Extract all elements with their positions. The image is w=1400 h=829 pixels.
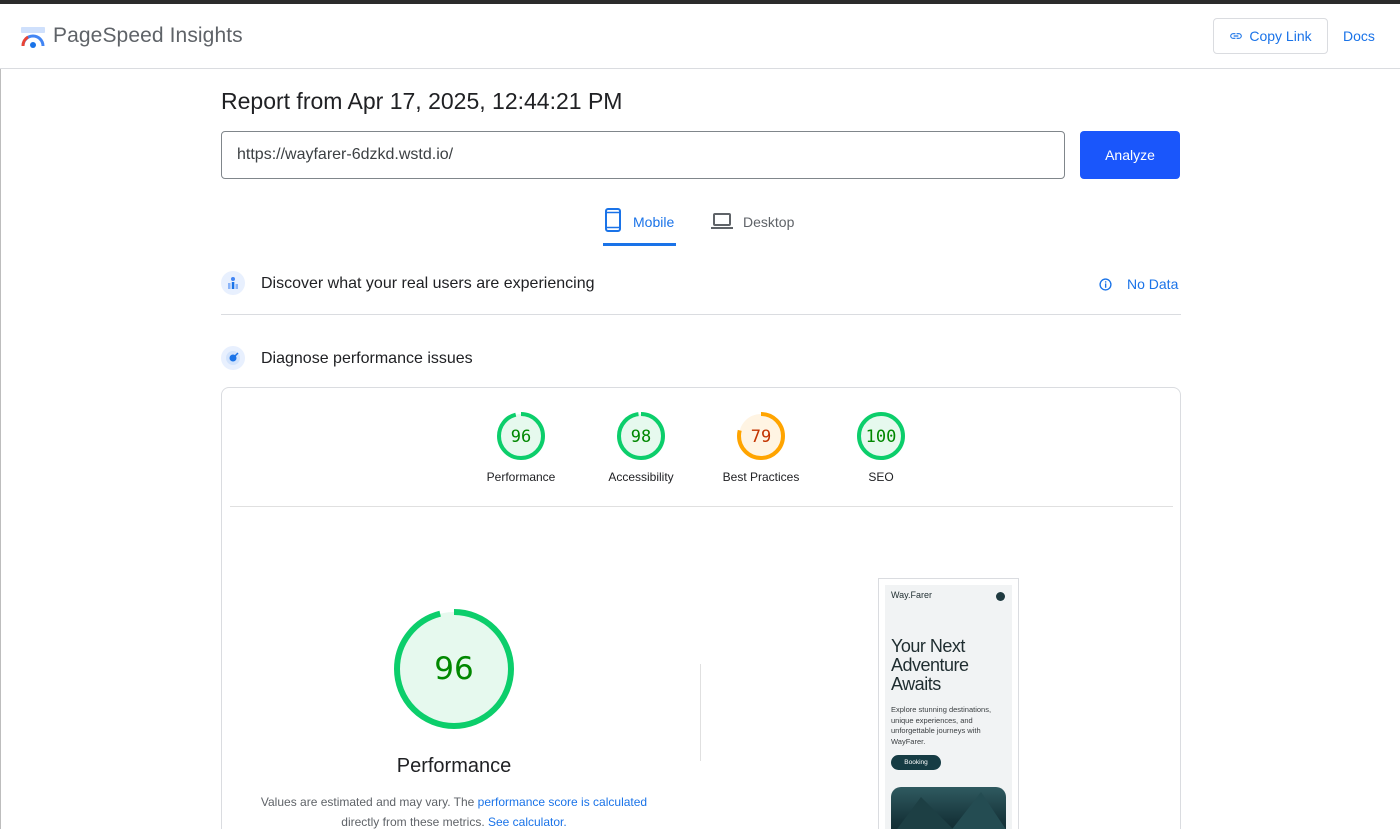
score-label: Best Practices [722,470,800,484]
tab-mobile-label: Mobile [633,214,675,230]
real-users-title: Discover what your real users are experi… [261,275,595,292]
score-value: 100 [866,427,897,447]
docs-link[interactable]: Docs [1343,28,1375,44]
link-icon [1230,33,1243,39]
diagnose-title: Diagnose performance issues [261,350,473,367]
diagnose-card: 96 Performance 98 Accessibility 79 Best … [221,387,1181,829]
score-ring: 96 [497,412,545,460]
screenshot-content: Way.Farer Your Next Adventure Awaits Exp… [885,585,1012,829]
main-score-value: 96 [434,651,473,687]
tab-desktop[interactable]: Desktop [711,208,794,246]
no-data-label: No Data [1127,276,1179,292]
report-title: Report from Apr 17, 2025, 12:44:21 PM [221,88,623,114]
performance-score-link[interactable]: performance score is calculated [478,795,647,809]
no-data-link[interactable]: No Data [1099,276,1178,292]
url-input[interactable] [221,131,1065,179]
score-label: Accessibility [608,470,674,484]
info-icon [1099,277,1112,291]
preview-booking-button: Booking [891,755,941,770]
preview-logo: Way.Farer [891,590,933,600]
copy-link-button[interactable]: Copy Link [1213,18,1328,54]
performance-main-gauge: 96 [394,609,514,729]
pagespeed-logo-icon [21,27,45,48]
score-gauge-best-practices[interactable]: 79 Best Practices [721,411,801,484]
tab-mobile[interactable]: Mobile [603,208,676,246]
score-label: SEO [868,470,894,484]
vertical-divider [700,664,701,761]
score-note: Values are estimated and may vary. The p… [234,792,674,829]
note-text-2: directly from these metrics. [341,815,488,829]
score-ring: 79 [737,412,785,460]
score-value: 79 [751,427,771,447]
preview-menu-icon [996,592,1005,601]
laptop-icon [711,213,733,229]
copy-link-label: Copy Link [1249,28,1312,44]
score-gauge-seo[interactable]: 100 SEO [841,411,921,484]
analyze-button[interactable]: Analyze [1080,131,1180,179]
preview-heading: Your Next Adventure Awaits [891,636,969,694]
score-value: 98 [631,427,651,447]
window-left-edge [0,4,1,829]
score-value: 96 [511,427,531,447]
card-divider [230,506,1173,507]
score-gauge-accessibility[interactable]: 98 Accessibility [601,411,681,484]
page-screenshot: Way.Farer Your Next Adventure Awaits Exp… [878,578,1019,829]
score-ring: 98 [617,412,665,460]
preview-body: Explore stunning destinations, unique ex… [891,705,992,746]
score-ring: 100 [857,412,905,460]
note-text-1: Values are estimated and may vary. The [260,795,478,809]
preview-hero-image [891,787,1006,829]
main-score-label: Performance [396,755,512,777]
see-calculator-link[interactable]: See calculator. [488,815,567,829]
tab-desktop-label: Desktop [743,214,795,230]
app-header: PageSpeed Insights Copy Link Docs [0,4,1400,69]
section-divider [221,314,1181,315]
diagnose-icon [221,346,245,370]
real-users-icon [221,271,245,295]
score-gauge-performance[interactable]: 96 Performance [481,411,561,484]
brand-name: PageSpeed Insights [53,24,243,47]
score-label: Performance [486,470,556,484]
phone-icon [605,208,621,232]
